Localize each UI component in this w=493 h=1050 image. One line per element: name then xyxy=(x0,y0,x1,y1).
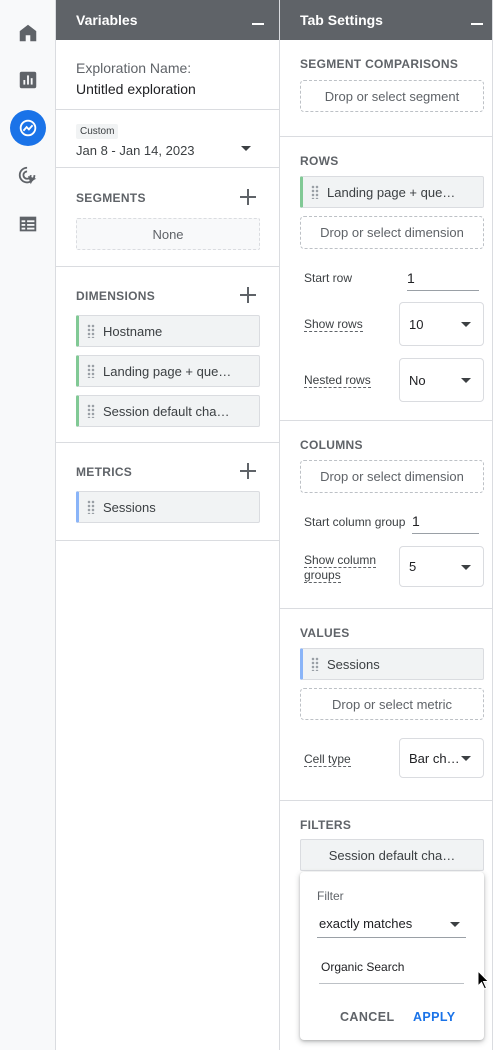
rows-section: ROWS Landing page + que… Drop or select … xyxy=(280,137,492,421)
show-column-groups-value: 5 xyxy=(409,559,417,574)
tab-settings-title: Tab Settings xyxy=(300,12,383,28)
values-drop-zone[interactable]: Drop or select metric xyxy=(300,688,484,720)
columns-drop-zone[interactable]: Drop or select dimension xyxy=(300,460,484,493)
filter-chip[interactable]: Session default cha… xyxy=(300,839,484,871)
nested-rows-select[interactable]: No xyxy=(399,358,484,402)
minimize-variables-button[interactable] xyxy=(251,13,265,27)
match-type-select[interactable]: exactly matches xyxy=(317,916,466,938)
show-rows-value: 10 xyxy=(409,316,424,332)
cell-type-select[interactable]: Bar ch… xyxy=(399,738,484,778)
value-metric-label: Sessions xyxy=(327,656,380,672)
columns-title: COLUMNS xyxy=(300,438,363,452)
cell-type-value: Bar ch… xyxy=(409,750,460,766)
variables-header: Variables xyxy=(56,0,279,40)
explore-nav-button[interactable] xyxy=(10,110,46,146)
exploration-name-section: Exploration Name: Untitled exploration xyxy=(56,40,279,110)
dimension-label: Hostname xyxy=(103,323,163,339)
metric-chip[interactable]: Sessions xyxy=(76,491,260,523)
row-dimension-chip[interactable]: Landing page + que… xyxy=(300,176,484,208)
tab-settings-header: Tab Settings xyxy=(280,0,492,40)
advertising-icon xyxy=(18,166,37,185)
chevron-down-icon xyxy=(450,922,460,927)
show-rows-label: Show rows xyxy=(304,317,363,332)
chevron-down-icon xyxy=(461,322,471,327)
show-rows-select[interactable]: 10 xyxy=(399,302,484,346)
start-column-group-input[interactable]: 1 xyxy=(412,513,479,534)
dimension-chip[interactable]: Session default cha… xyxy=(76,395,260,427)
add-segment-icon[interactable] xyxy=(240,189,256,205)
dimension-label: Session default cha… xyxy=(103,403,230,419)
home-nav-button[interactable] xyxy=(10,15,46,51)
show-column-groups-label-line2: groups xyxy=(304,568,341,583)
segment-drop-zone[interactable]: Drop or select segment xyxy=(300,80,484,112)
dimension-chip[interactable]: Hostname xyxy=(76,315,260,347)
chevron-down-icon xyxy=(461,564,471,570)
segments-title: SEGMENTS xyxy=(76,191,146,205)
drag-handle-icon[interactable] xyxy=(87,324,95,338)
filters-title: FILTERS xyxy=(300,818,352,832)
filter-chip-label: Session default cha… xyxy=(328,847,456,863)
dimension-chip[interactable]: Landing page + que… xyxy=(76,355,260,387)
drag-handle-icon[interactable] xyxy=(87,404,95,418)
metrics-section: METRICS Sessions xyxy=(56,443,279,541)
exploration-name-input[interactable]: Untitled exploration xyxy=(76,81,196,97)
drag-handle-icon[interactable] xyxy=(87,364,95,378)
explore-icon xyxy=(19,119,37,137)
reports-nav-button[interactable] xyxy=(10,62,46,98)
cell-type-label: Cell type xyxy=(304,752,351,767)
start-row-input[interactable]: 1 xyxy=(407,270,479,291)
reports-icon xyxy=(19,71,37,89)
variables-title: Variables xyxy=(76,12,138,28)
segments-empty: None xyxy=(76,218,260,250)
configure-nav-button[interactable] xyxy=(10,206,46,242)
show-column-groups-label: Show column groups xyxy=(304,553,377,583)
segments-section: SEGMENTS None xyxy=(56,168,279,267)
filter-popover-title: Filter xyxy=(317,889,344,903)
advertising-nav-button[interactable] xyxy=(10,158,46,194)
columns-section: COLUMNS Drop or select dimension Start c… xyxy=(280,421,492,609)
values-title: VALUES xyxy=(300,626,350,640)
values-section: VALUES Sessions Drop or select metric Ce… xyxy=(280,609,492,801)
apply-button[interactable]: APPLY xyxy=(413,1010,456,1024)
minimize-tab-settings-button[interactable] xyxy=(470,13,484,27)
filter-value-input[interactable]: Organic Search xyxy=(319,960,464,984)
rows-title: ROWS xyxy=(300,154,339,168)
home-icon xyxy=(19,24,37,42)
filter-popover: Filter exactly matches Organic Search CA… xyxy=(300,872,484,1040)
mouse-cursor-icon xyxy=(477,970,490,990)
add-dimension-icon[interactable] xyxy=(240,287,256,303)
chevron-down-icon xyxy=(461,756,471,761)
drag-handle-icon[interactable] xyxy=(311,657,319,671)
match-type-value: exactly matches xyxy=(319,916,413,931)
metric-label: Sessions xyxy=(103,499,156,515)
configure-icon xyxy=(19,216,37,232)
segment-comparisons-title: SEGMENT COMPARISONS xyxy=(300,57,459,71)
nav-rail xyxy=(0,0,56,1050)
dimensions-title: DIMENSIONS xyxy=(76,289,156,303)
drag-handle-icon[interactable] xyxy=(87,500,95,514)
drag-handle-icon[interactable] xyxy=(311,185,319,199)
dimension-label: Landing page + que… xyxy=(103,363,232,379)
date-preset-badge: Custom xyxy=(76,124,119,139)
chevron-down-icon xyxy=(461,378,471,383)
chevron-down-icon xyxy=(241,146,251,151)
date-range-value: Jan 8 - Jan 14, 2023 xyxy=(76,143,195,158)
exploration-name-label: Exploration Name: xyxy=(76,60,192,76)
cancel-button[interactable]: CANCEL xyxy=(340,1010,394,1024)
date-range-picker[interactable]: Custom Jan 8 - Jan 14, 2023 xyxy=(56,110,279,168)
dimensions-section: DIMENSIONS Hostname Landing page + que… … xyxy=(56,267,279,443)
show-column-groups-select[interactable]: 5 xyxy=(399,546,484,587)
segment-comparisons-section: SEGMENT COMPARISONS Drop or select segme… xyxy=(280,40,492,137)
metrics-title: METRICS xyxy=(76,465,133,479)
nested-rows-value: No xyxy=(409,372,426,388)
start-row-label: Start row xyxy=(304,271,353,285)
nested-rows-label: Nested rows xyxy=(304,373,371,388)
add-metric-icon[interactable] xyxy=(240,463,256,479)
variables-panel: Variables Exploration Name: Untitled exp… xyxy=(56,0,280,1050)
show-column-groups-label-line1: Show column xyxy=(304,553,377,568)
start-column-group-label: Start column group xyxy=(304,515,406,529)
rows-drop-zone[interactable]: Drop or select dimension xyxy=(300,216,484,249)
row-dimension-label: Landing page + que… xyxy=(327,184,456,200)
value-metric-chip[interactable]: Sessions xyxy=(300,648,484,680)
